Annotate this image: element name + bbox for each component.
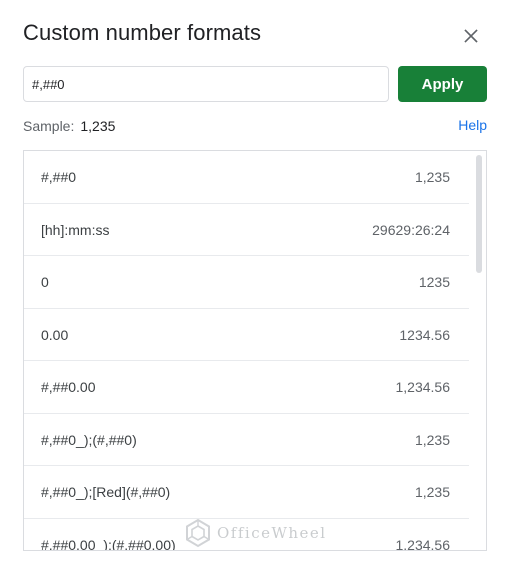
item-sample: 1,235 xyxy=(414,431,450,448)
list-item[interactable]: #,##0.00 1,234.56 xyxy=(24,361,469,414)
format-input[interactable] xyxy=(23,66,389,102)
list-item[interactable]: 0.00 1234.56 xyxy=(24,309,469,361)
list-item[interactable]: #,##0_);[Red](#,##0) 1,235 xyxy=(24,466,469,519)
item-format: 0.00 xyxy=(41,326,69,343)
item-sample: 29629:26:24 xyxy=(372,221,450,238)
help-link[interactable]: Help xyxy=(458,117,487,133)
apply-button[interactable]: Apply xyxy=(398,66,487,102)
item-format: [hh]:mm:ss xyxy=(41,221,110,238)
item-format: #,##0.00_);(#,##0.00) xyxy=(41,536,176,551)
sample-row: Sample: 1,235 xyxy=(23,118,115,134)
list-item[interactable]: #,##0.00_);(#,##0.00) 1,234.56 xyxy=(24,519,469,551)
item-format: #,##0_);(#,##0) xyxy=(41,431,137,448)
list-scrollbar[interactable] xyxy=(476,155,482,273)
item-sample: 1,234.56 xyxy=(395,379,451,395)
list-item[interactable]: [hh]:mm:ss 29629:26:24 xyxy=(24,204,469,256)
item-format: #,##0.00 xyxy=(41,379,96,395)
item-format: #,##0 xyxy=(41,169,77,185)
sample-label: Sample: xyxy=(23,118,75,134)
dialog-title: Custom number formats xyxy=(23,20,262,45)
custom-number-formats-dialog: Custom number formats Apply Sample: 1,235… xyxy=(0,0,511,573)
list-item[interactable]: 0 1235 xyxy=(24,256,469,309)
item-sample: 1,234.56 xyxy=(395,536,451,551)
close-button[interactable] xyxy=(459,24,483,48)
list-item[interactable]: #,##0 1,235 xyxy=(24,151,469,204)
item-sample: 1,235 xyxy=(414,484,450,500)
sample-value: 1,235 xyxy=(80,118,116,134)
format-list[interactable]: #,##0 1,235 [hh]:mm:ss 29629:26:24 0 123… xyxy=(23,150,487,551)
item-format: 0 xyxy=(41,274,49,290)
item-format: #,##0_);[Red](#,##0) xyxy=(41,484,171,500)
item-sample: 1,235 xyxy=(414,169,450,185)
item-sample: 1235 xyxy=(418,274,450,290)
item-sample: 1234.56 xyxy=(399,326,450,343)
close-icon xyxy=(464,29,478,43)
list-item[interactable]: #,##0_);(#,##0) 1,235 xyxy=(24,414,469,466)
